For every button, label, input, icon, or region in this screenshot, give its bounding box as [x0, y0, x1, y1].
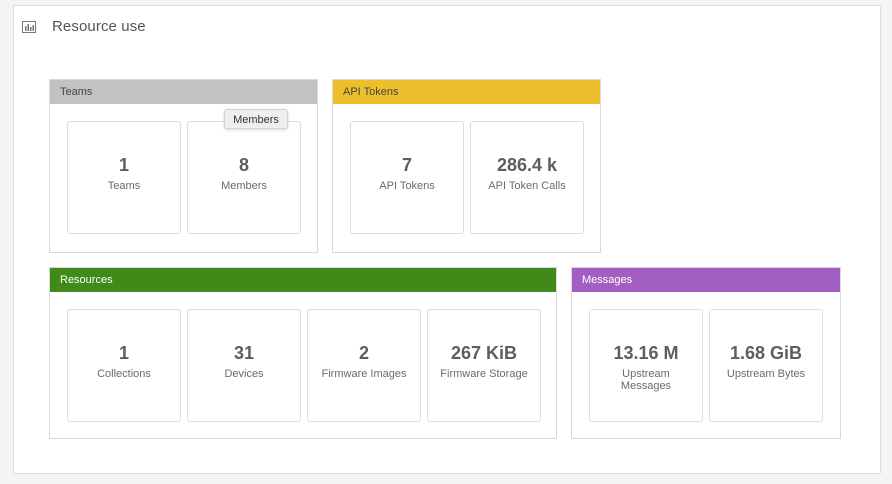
stat-value: 1	[118, 155, 129, 175]
stat-label: Firmware Storage	[440, 368, 528, 380]
stat-value: 2	[358, 343, 369, 363]
group-api-tokens: API Tokens 7 API Tokens 286.4 k API Toke…	[332, 79, 601, 253]
group-messages-header: Messages	[572, 268, 840, 292]
stat-card-collections: 1 Collections	[67, 309, 181, 422]
stat-label: Firmware Images	[321, 368, 407, 380]
stat-label: API Tokens	[379, 180, 435, 192]
page-title: Resource use	[52, 17, 146, 35]
stat-value: 286.4 k	[496, 155, 558, 175]
stat-card-upstream-messages: 13.16 M Upstream Messages	[589, 309, 703, 422]
group-api-tokens-header: API Tokens	[333, 80, 600, 104]
stat-value: 7	[401, 155, 412, 175]
stat-card-api-tokens: 7 API Tokens	[350, 121, 464, 234]
stat-card-teams: 1 Teams	[67, 121, 181, 234]
stat-value: 267 KiB	[450, 343, 518, 363]
group-teams-header: Teams	[50, 80, 317, 104]
stat-label: Collections	[97, 368, 151, 380]
group-resources-title: Resources	[60, 274, 113, 286]
group-api-tokens-title: API Tokens	[343, 86, 399, 98]
stat-card-firmware-storage: 267 KiB Firmware Storage	[427, 309, 541, 422]
stat-label: Upstream Bytes	[726, 368, 806, 380]
stat-card-devices: 31 Devices	[187, 309, 301, 422]
members-tooltip: Members	[224, 109, 288, 129]
stat-label: Devices	[224, 368, 264, 380]
stat-label: API Token Calls	[488, 180, 566, 192]
group-teams-title: Teams	[60, 86, 93, 98]
group-messages: Messages 13.16 M Upstream Messages 1.68 …	[571, 267, 841, 439]
stat-value: 13.16 M	[613, 343, 679, 363]
stat-label: Members	[221, 180, 267, 192]
stat-label: Teams	[107, 180, 141, 192]
bar-chart-icon	[22, 20, 36, 33]
stat-label: Upstream Messages	[620, 368, 672, 392]
group-messages-title: Messages	[582, 274, 633, 286]
stat-value: 8	[238, 155, 249, 175]
group-resources: Resources 1 Collections 31 Devices 2 Fir…	[49, 267, 557, 439]
stat-card-firmware-images: 2 Firmware Images	[307, 309, 421, 422]
stat-value: 1	[118, 343, 129, 363]
stat-card-api-token-calls: 286.4 k API Token Calls	[470, 121, 584, 234]
group-resources-header: Resources	[50, 268, 556, 292]
stat-card-members[interactable]: 8 Members	[187, 121, 301, 234]
stat-card-upstream-bytes: 1.68 GiB Upstream Bytes	[709, 309, 823, 422]
panel-header: Resource use	[22, 16, 146, 36]
stat-value: 31	[233, 343, 255, 363]
stat-value: 1.68 GiB	[729, 343, 803, 363]
group-teams: Teams 1 Teams 8 Members	[49, 79, 318, 253]
